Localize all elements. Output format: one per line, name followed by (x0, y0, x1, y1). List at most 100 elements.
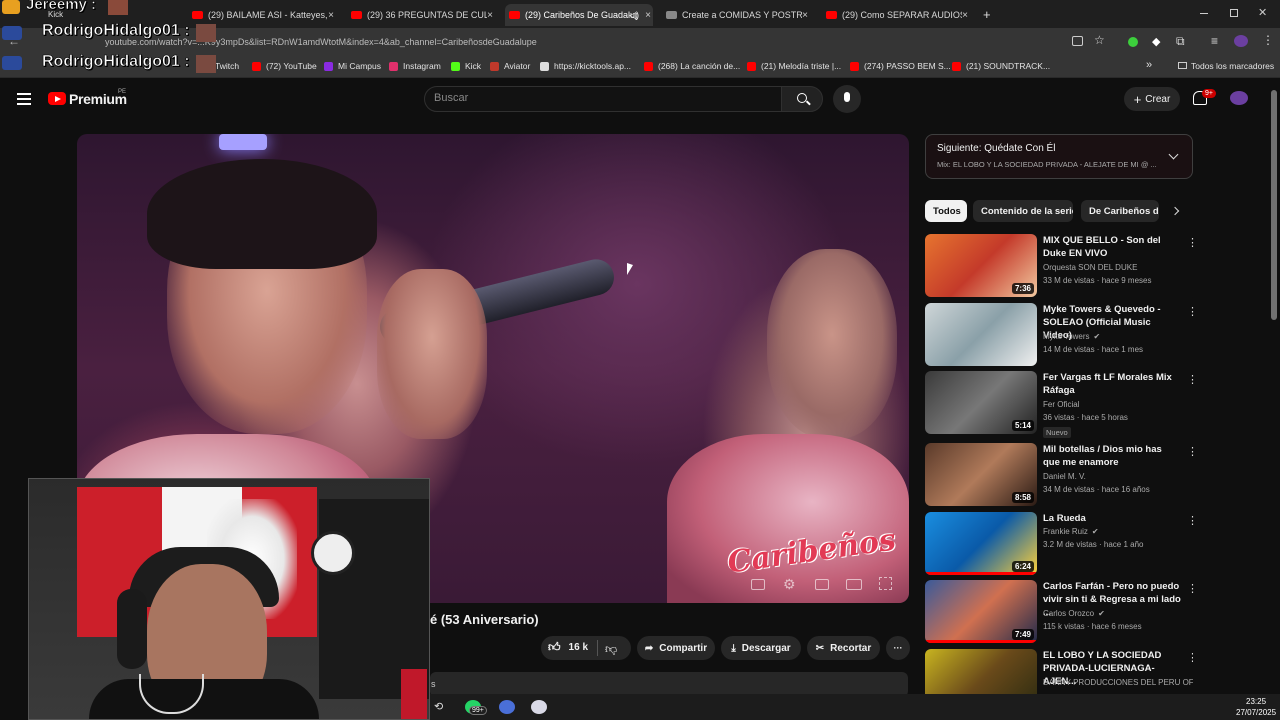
filter-chip[interactable]: Todos (925, 200, 967, 222)
bookmark-item[interactable]: (274) PASSO BEM S... (850, 61, 951, 71)
close-tab-icon[interactable]: × (800, 10, 810, 21)
bookmark-item[interactable]: Instagram (389, 61, 441, 71)
media-control-icon[interactable]: ≡ (1211, 34, 1218, 48)
dislike-button[interactable]: 👎︎ (605, 640, 617, 658)
more-options-icon[interactable]: ⋮ (1187, 445, 1198, 458)
channel-name[interactable]: Carlos Orozco ✔ (1043, 609, 1105, 618)
taskbar-app-icon[interactable]: ⟲ (434, 700, 443, 713)
profile-avatar[interactable] (1234, 35, 1248, 47)
star-icon[interactable]: ☆ (1094, 33, 1105, 47)
minimize-button[interactable] (1200, 13, 1208, 14)
recommendation-item[interactable]: Myke Towers & Quevedo - SOLEAO (Official… (925, 303, 1198, 366)
all-bookmarks[interactable]: Todos los marcadores (1178, 61, 1274, 71)
browser-tab[interactable]: (29) Caribeños De Guadalup ◁) × (505, 4, 653, 26)
bookmark-item[interactable]: Kick (451, 61, 481, 71)
video-thumbnail[interactable] (925, 303, 1037, 366)
bookmark-item[interactable]: Mi Campus (324, 61, 381, 71)
account-avatar[interactable] (1230, 91, 1248, 105)
recommendation-item[interactable]: 7:49 Carlos Farfán - Pero no puedo vivir … (925, 580, 1198, 643)
channel-name[interactable]: Daniel M. V. (1043, 472, 1086, 481)
clip-button[interactable]: ✂ Recortar (807, 636, 880, 660)
browser-tab[interactable]: (29) 36 PREGUNTAS DE CULTUR× (347, 4, 495, 26)
close-tab-icon[interactable]: × (485, 10, 495, 21)
close-tab-icon[interactable]: × (960, 10, 970, 21)
browser-taskbar-icon[interactable] (499, 700, 515, 714)
singer-hair (147, 159, 377, 269)
maximize-button[interactable] (1230, 9, 1238, 17)
voice-search-button[interactable] (833, 85, 861, 113)
page-scrollbar[interactable] (1271, 90, 1277, 320)
video-thumbnail[interactable]: 6:24 (925, 512, 1037, 575)
recommendation-item[interactable]: 8:58 Mil botellas / Dios mio has que me e… (925, 443, 1198, 506)
channel-name[interactable]: DANNY PRODUCCIONES DEL PERU OFIC... (1043, 678, 1193, 687)
recommendation-item[interactable]: EL LOBO Y LA SOCIEDAD PRIVADA-LUCIERNAGA… (925, 649, 1193, 695)
more-options-icon[interactable]: ⋮ (1187, 236, 1198, 249)
channel-name[interactable]: Fer Oficial (1043, 400, 1079, 409)
app-taskbar-icon[interactable] (531, 700, 547, 714)
recommendation-item[interactable]: 7:36 MIX QUE BELLO - Son del Duke EN VIVO… (925, 234, 1198, 297)
close-window-button[interactable]: ✕ (1258, 6, 1267, 19)
extension-icon[interactable]: ◆ (1152, 35, 1160, 48)
close-tab-icon[interactable]: × (643, 10, 653, 21)
bookmark-item[interactable]: (72) YouTube (252, 61, 317, 71)
settings-gear-icon[interactable]: ⚙ (783, 576, 796, 593)
subtitles-icon[interactable] (751, 579, 765, 590)
download-button[interactable]: ⤓ Descargar (721, 636, 801, 660)
recommendation-item[interactable]: 6:24 La Rueda Frankie Ruiz ✔ 3.2 M de vistas… (925, 512, 1198, 575)
video-thumbnail[interactable] (925, 649, 1037, 695)
bookmark-item[interactable]: (268) La canción de... (644, 61, 740, 71)
bookmark-item[interactable]: Aviator (490, 61, 530, 71)
bookmark-item[interactable]: https://kicktools.ap... (540, 61, 631, 71)
channel-name[interactable]: Myke Towers ✔ (1043, 332, 1100, 341)
up-next-panel[interactable] (925, 134, 1193, 179)
video-thumbnail[interactable]: 8:58 (925, 443, 1037, 506)
video-thumbnail[interactable]: 7:49 (925, 580, 1037, 643)
more-options-icon[interactable]: ⋮ (1187, 514, 1198, 527)
musician-face (767, 249, 897, 439)
bookmark-item[interactable]: (21) SOUNDTRACK... (952, 61, 1050, 71)
share-button[interactable]: ➦ Compartir (637, 636, 715, 660)
more-options-icon[interactable]: ⋮ (1187, 373, 1198, 386)
browser-tab[interactable]: Create a COMIDAS Y POSTRES × (662, 4, 810, 26)
more-options-icon[interactable]: ⋮ (1187, 651, 1193, 664)
video-thumbnail[interactable]: 5:14 (925, 371, 1037, 434)
youtube-logo-icon[interactable] (48, 92, 66, 105)
filter-chip[interactable]: De Caribeños de (1081, 200, 1159, 222)
bookmark-favicon-icon (747, 61, 756, 71)
recommendation-title[interactable]: MIX QUE BELLO - Son del Duke EN VIVO (1043, 234, 1181, 260)
filter-chip[interactable]: Contenido de la serie (973, 200, 1073, 222)
new-tab-button[interactable]: + (983, 7, 991, 22)
recommendation-title[interactable]: Mil botellas / Dios mio has que me enamo… (1043, 443, 1181, 469)
recommendation-title[interactable]: La Rueda (1043, 512, 1181, 525)
singer-hand (377, 269, 487, 439)
browser-tab[interactable]: (29) Como SEPARAR AUDIOS e × (822, 4, 970, 26)
search-button[interactable] (781, 86, 823, 112)
channel-name[interactable]: Frankie Ruiz ✔ (1043, 527, 1099, 536)
channel-name[interactable]: Orquesta SON DEL DUKE (1043, 263, 1137, 272)
install-icon[interactable] (1072, 36, 1083, 46)
create-button[interactable]: + Crear (1124, 87, 1180, 111)
extensions-puzzle-icon[interactable]: ⧉ (1176, 34, 1185, 49)
up-next-title: Quédate Con Él (984, 143, 1056, 154)
recommendation-title[interactable]: Fer Vargas ft LF Morales Mix Ráfaga (1043, 371, 1181, 397)
theater-mode-icon[interactable] (846, 579, 862, 590)
search-box[interactable] (424, 86, 782, 112)
bookmark-item[interactable]: (21) Melodía triste |... (747, 61, 841, 71)
search-input[interactable]: Buscar (434, 92, 468, 104)
more-options-icon[interactable]: ⋮ (1187, 305, 1198, 318)
more-actions-button[interactable]: ··· (886, 636, 910, 660)
like-button[interactable]: 👍︎ 16 k (548, 640, 588, 655)
browser-tab[interactable]: (29) BAILAME ASI - Katteyes, Je × (188, 4, 336, 26)
speaker-icon[interactable]: ◁) (629, 10, 639, 21)
recommendation-item[interactable]: 5:14 Fer Vargas ft LF Morales Mix Ráfaga F… (925, 371, 1198, 438)
hamburger-menu-icon[interactable] (17, 93, 31, 105)
video-thumbnail[interactable]: 7:36 (925, 234, 1037, 297)
extension-green-icon[interactable] (1128, 37, 1138, 47)
close-tab-icon[interactable]: × (326, 10, 336, 21)
chevron-right-icon[interactable] (1170, 206, 1180, 216)
fullscreen-icon[interactable] (879, 577, 892, 590)
miniplayer-icon[interactable] (815, 579, 829, 590)
bookmarks-overflow-icon[interactable]: » (1146, 59, 1152, 71)
more-options-icon[interactable]: ⋮ (1187, 582, 1198, 595)
browser-menu-icon[interactable]: ⋮ (1262, 33, 1274, 47)
